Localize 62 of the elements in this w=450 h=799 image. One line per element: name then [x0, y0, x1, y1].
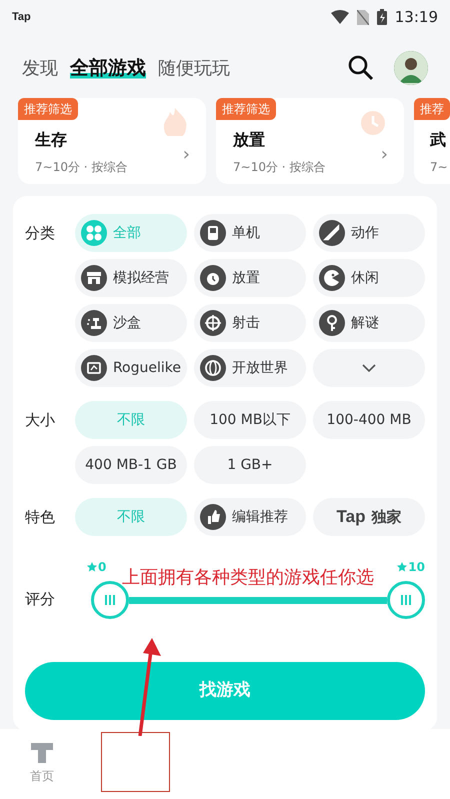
chevron-icon: › [182, 146, 190, 164]
filter-chip[interactable]: 动作 [313, 214, 425, 252]
card-meta: 7~10分 · 按综合 [233, 159, 326, 176]
shop-icon [81, 265, 107, 291]
search-icon[interactable] [348, 55, 374, 81]
filter-chip[interactable]: Roguelike [75, 349, 187, 387]
card-meta: 7~10分 · 按综合 [35, 159, 128, 176]
grid-icon [81, 220, 107, 246]
filter-label: 分类 [25, 224, 55, 242]
wifi-icon [330, 10, 349, 24]
tab[interactable]: 发现 [22, 54, 58, 82]
annotation-box [101, 732, 170, 792]
filter-chip[interactable]: 模拟经营 [75, 259, 187, 297]
pac-man-icon [319, 265, 345, 291]
star-icon [397, 562, 408, 572]
filter-chip[interactable]: 400 MB-1 GB [75, 446, 187, 484]
recommend-card[interactable]: 推荐筛选 放置 7~10分 · 按综合 › [216, 98, 404, 184]
star-icon [87, 562, 97, 572]
globe-icon [200, 355, 226, 381]
handheld-console-icon [200, 220, 226, 246]
recommend-tag: 推荐 [414, 98, 450, 120]
filter-label: 评分 [25, 590, 55, 608]
filter-chip[interactable]: 沙盒 [75, 304, 187, 342]
key-icon [319, 310, 345, 336]
filter-chip[interactable]: 放置 [194, 259, 306, 297]
filter-label: 特色 [25, 508, 55, 526]
filter-chip[interactable]: 100-400 MB [313, 401, 425, 439]
tab[interactable]: 随便玩玩 [158, 54, 230, 82]
card-title: 生存 [35, 129, 68, 151]
crosshair-icon [200, 310, 226, 336]
card-meta: 7~ [430, 159, 449, 176]
sandbox-icon [81, 310, 107, 336]
card-title: 放置 [233, 129, 266, 151]
recommend-card[interactable]: 推荐 武 7~ [414, 98, 450, 184]
app-logo: Tap [12, 10, 31, 25]
annotation-text: 上面拥有各种类型的游戏任你选 [122, 566, 374, 590]
rating-max-label: 10 [408, 559, 425, 576]
filter-chip[interactable]: 编辑推荐 [194, 498, 306, 536]
clock-time: 13:19 [394, 6, 438, 28]
filter-chip[interactable]: 单机 [194, 214, 306, 252]
chevron-icon: › [380, 146, 388, 164]
t-logo-icon [31, 741, 53, 763]
recommend-card[interactable]: 推荐筛选 生存 7~10分 · 按综合 › [18, 98, 206, 184]
battery-icon [376, 9, 387, 25]
avatar-icon[interactable] [394, 51, 428, 85]
timer-icon [200, 265, 226, 291]
rating-min-label: 0 [98, 559, 106, 576]
filter-chip[interactable]: 100 MB以下 [194, 401, 306, 439]
thumbs-up-icon [200, 504, 226, 530]
recommend-tag: 推荐筛选 [216, 98, 276, 120]
filter-chip[interactable]: 射击 [194, 304, 306, 342]
no-sim-icon [356, 10, 369, 24]
filter-chip[interactable]: 解谜 [313, 304, 425, 342]
filter-chip[interactable] [313, 349, 425, 387]
recommend-tag: 推荐筛选 [18, 98, 78, 120]
filter-chip[interactable]: 休闲 [313, 259, 425, 297]
filter-chip[interactable]: Tap 独家 [313, 498, 425, 536]
filter-chip[interactable]: 1 GB+ [194, 446, 306, 484]
card-title: 武 [430, 129, 447, 151]
chevron-down-icon [362, 364, 376, 372]
filter-chip[interactable]: 开放世界 [194, 349, 306, 387]
filter-label: 大小 [25, 411, 55, 429]
